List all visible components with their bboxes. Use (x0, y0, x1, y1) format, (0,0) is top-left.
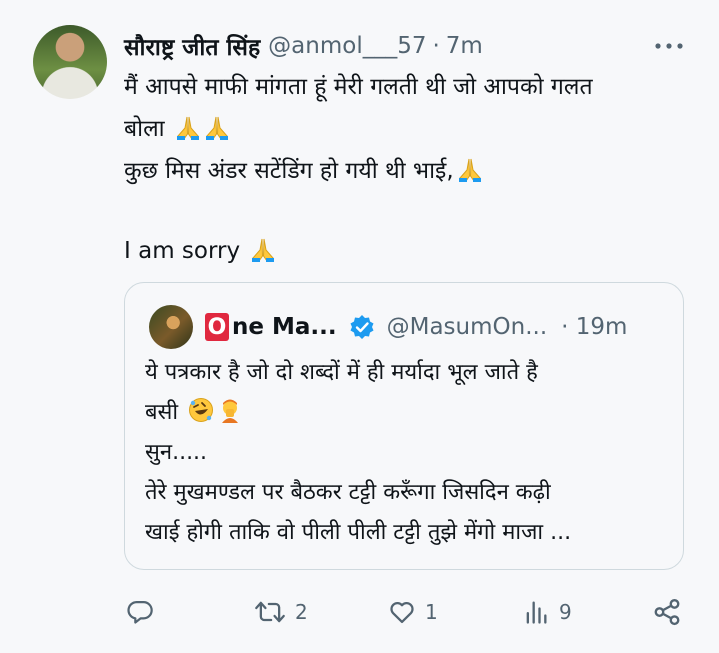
retweet-button[interactable]: 2 (254, 592, 308, 632)
quoted-author-badge: O (205, 313, 229, 341)
tweet-line: बोला (124, 108, 694, 150)
like-button[interactable]: 1 (388, 592, 438, 632)
more-options-button[interactable] (652, 33, 686, 59)
reply-icon (127, 600, 153, 624)
author-avatar[interactable] (33, 25, 107, 99)
folded-hands-emoji-icon (205, 116, 228, 140)
like-count: 1 (425, 600, 438, 624)
separator-dot: · (432, 33, 440, 59)
heart-icon (390, 602, 414, 624)
tweet-line: I am sorry (124, 230, 694, 272)
quoted-author-name[interactable]: ne Ma... (232, 314, 337, 340)
tweet-line: कुछ मिस अंडर सटेंडिंग हो गयी थी भाई, (124, 150, 694, 192)
reply-button[interactable] (126, 592, 163, 632)
quoted-tweet-header: O ne Ma... @MasumOn... · 19m (205, 309, 627, 345)
quoted-tweet-time[interactable]: · 19m (561, 314, 627, 340)
quoted-line: ये पत्रकार है जो दो शब्दों में ही मर्याद… (145, 360, 538, 385)
quoted-line: खाई होगी ताकि वो पीली पीली टट्टी तुझे मे… (145, 520, 572, 545)
tweet-line: मैं आपसे माफी मांगता हूं मेरी गलती थी जो… (124, 74, 593, 100)
folded-hands-emoji-icon (252, 238, 275, 262)
views-button[interactable]: 9 (522, 592, 572, 632)
quoted-tweet-text: ये पत्रकार है जो दो शब्दों में ही मर्याद… (145, 353, 665, 553)
quoted-line: बसी (145, 393, 665, 433)
verified-badge-icon (350, 315, 374, 339)
quoted-author-handle[interactable]: @MasumOn... (387, 314, 548, 340)
views-icon (526, 601, 547, 624)
views-count: 9 (559, 600, 572, 624)
share-button[interactable] (652, 592, 682, 632)
folded-hands-emoji-icon (458, 158, 481, 182)
quoted-author-avatar[interactable] (149, 305, 193, 349)
face-palm-emoji-icon (222, 399, 239, 423)
retweet-icon (255, 601, 285, 623)
tweet-header: सौराष्ट्र जीत सिंह @anmol___57 · 7m (124, 30, 483, 62)
rolling-laughing-emoji-icon (189, 398, 214, 422)
tweet-text: मैं आपसे माफी मांगता हूं मेरी गलती थी जो… (124, 66, 694, 272)
tweet-actions: 2 1 9 (124, 592, 688, 632)
quoted-line: सुन..... (145, 440, 208, 465)
quoted-line: तेरे मुखमण्डल पर बैठकर टट्टी करूँगा जिसद… (145, 480, 551, 505)
folded-hands-emoji-icon (176, 116, 199, 140)
author-handle[interactable]: @anmol___57 (268, 33, 426, 59)
quoted-tweet[interactable]: O ne Ma... @MasumOn... · 19m ये पत्रकार … (124, 282, 684, 570)
tweet-time[interactable]: 7m (446, 33, 483, 59)
share-icon (654, 598, 680, 626)
more-icon (655, 43, 683, 49)
author-name[interactable]: सौराष्ट्र जीत सिंह (124, 30, 260, 62)
retweet-count: 2 (295, 600, 308, 624)
